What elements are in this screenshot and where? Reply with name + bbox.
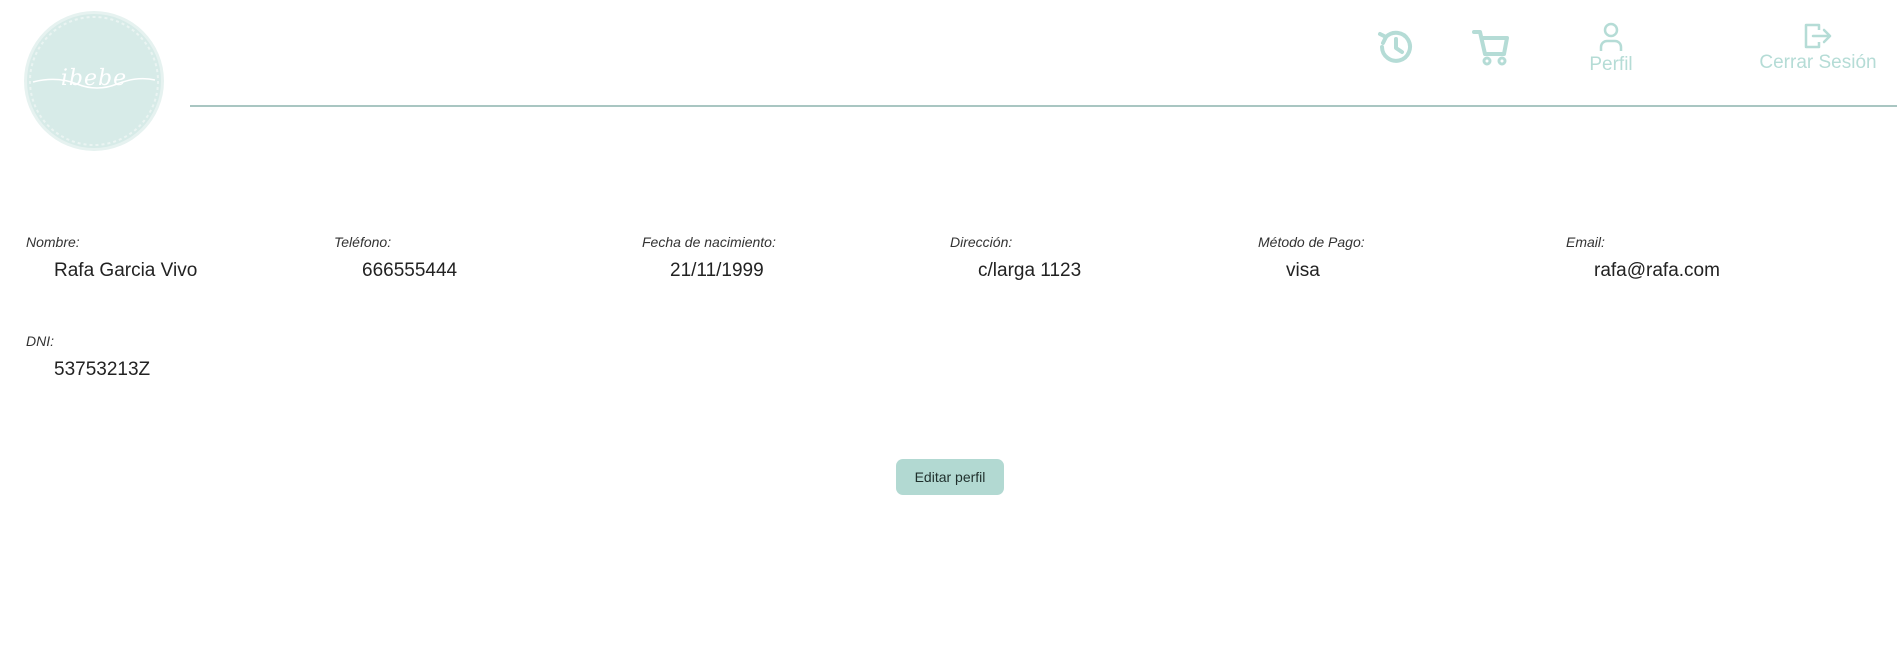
- fecha-value: 21/11/1999: [670, 260, 764, 281]
- fecha-label: Fecha de nacimiento:: [642, 234, 776, 250]
- logo-text: ibebe: [60, 66, 128, 91]
- edit-profile-button[interactable]: Editar perfil: [896, 459, 1004, 495]
- logout-icon: [1804, 23, 1832, 49]
- email-value: rafa@rafa.com: [1594, 260, 1720, 281]
- telefono-label: Teléfono:: [334, 234, 392, 250]
- perfil-label: Perfil: [1589, 54, 1633, 75]
- logo[interactable]: ibebe: [27, 14, 161, 148]
- metodo-pago-value: visa: [1286, 260, 1320, 281]
- metodo-pago-label: Método de Pago:: [1258, 234, 1365, 250]
- field-dni: DNI: 53753213Z: [26, 333, 150, 381]
- field-fecha-nacimiento: Fecha de nacimiento: 21/11/1999: [642, 234, 776, 282]
- direccion-label: Dirección:: [950, 234, 1013, 250]
- field-email: Email: rafa@rafa.com: [1566, 234, 1720, 282]
- user-icon: [1599, 22, 1623, 51]
- dni-label: DNI:: [26, 333, 54, 349]
- cart-button[interactable]: [1471, 26, 1511, 68]
- logout-label: Cerrar Sesión: [1759, 52, 1877, 73]
- telefono-value: 666555444: [362, 260, 458, 281]
- header-divider: [190, 105, 1897, 107]
- cart-icon: [1472, 30, 1509, 66]
- nombre-value: Rafa Garcia Vivo: [54, 260, 198, 281]
- perfil-button[interactable]: Perfil: [1585, 22, 1637, 76]
- field-nombre: Nombre: Rafa Garcia Vivo: [26, 234, 197, 282]
- email-label: Email:: [1566, 234, 1605, 250]
- field-metodo-pago: Método de Pago: visa: [1258, 234, 1365, 282]
- direccion-value: c/larga 1123: [978, 260, 1082, 281]
- field-direccion: Dirección: c/larga 1123: [950, 234, 1081, 282]
- history-icon: [1378, 30, 1412, 63]
- dni-value: 53753213Z: [54, 359, 151, 380]
- history-button[interactable]: [1374, 26, 1416, 68]
- nombre-label: Nombre:: [26, 234, 80, 250]
- field-telefono: Teléfono: 666555444: [334, 234, 457, 282]
- logout-button[interactable]: Cerrar Sesión: [1738, 22, 1897, 74]
